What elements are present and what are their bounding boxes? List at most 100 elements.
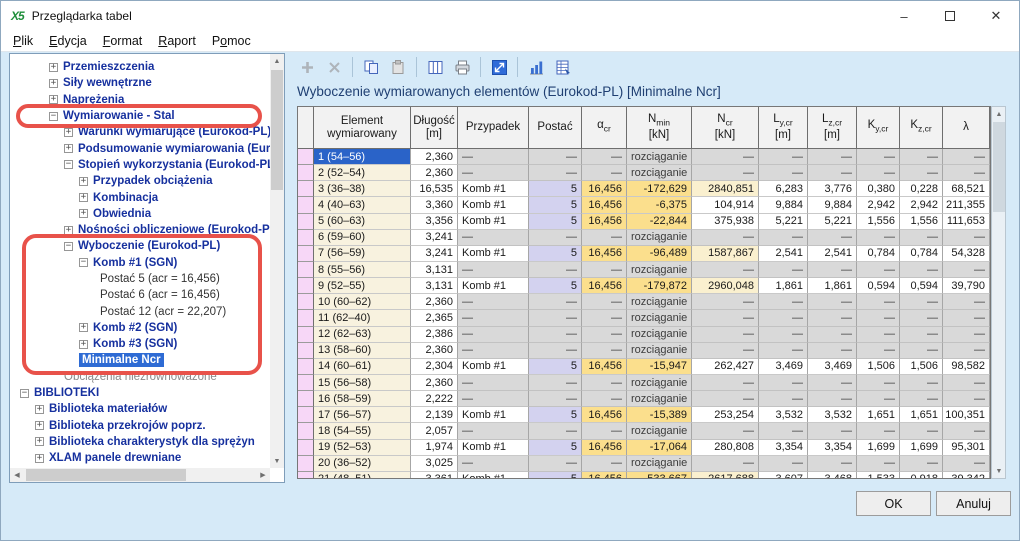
cell-n-cr[interactable]: 262,427 xyxy=(692,359,759,375)
cell-dlugosc[interactable]: 3,241 xyxy=(411,246,458,262)
cell-lambda[interactable]: 100,351 xyxy=(943,407,990,423)
cell-n-min[interactable]: rozciąganie xyxy=(627,391,692,407)
cell-alpha-cr[interactable]: — xyxy=(582,310,627,326)
cell-element[interactable]: 13 (58–60) xyxy=(314,343,411,359)
tree-hscroll-thumb[interactable] xyxy=(26,469,186,481)
cell-lambda[interactable]: 111,653 xyxy=(943,214,990,230)
cell-postac[interactable]: 5 xyxy=(529,214,582,230)
cell-postac[interactable]: — xyxy=(529,294,582,310)
cell-l-z-cr[interactable]: 3,469 xyxy=(808,359,857,375)
table-vertical-scrollbar[interactable]: ▲ ▼ xyxy=(991,106,1006,479)
cell-n-min[interactable]: rozciąganie xyxy=(627,165,692,181)
cell-dlugosc[interactable]: 3,025 xyxy=(411,456,458,472)
cell-n-min[interactable]: -172,629 xyxy=(627,181,692,197)
cell-n-min[interactable]: rozciąganie xyxy=(627,310,692,326)
cell-k-y-cr[interactable]: — xyxy=(857,149,900,165)
tree-item[interactable]: +XLAM panele drewniane xyxy=(10,450,270,466)
cell-n-min[interactable]: rozciąganie xyxy=(627,294,692,310)
cell-przypadek[interactable]: Komb #1 xyxy=(458,407,529,423)
cell-l-y-cr[interactable]: — xyxy=(759,327,808,343)
cell-l-z-cr[interactable]: 1,861 xyxy=(808,278,857,294)
cell-postac[interactable]: 5 xyxy=(529,472,582,479)
cell-przypadek[interactable]: — xyxy=(458,423,529,439)
cell-k-y-cr[interactable]: 1,651 xyxy=(857,407,900,423)
cell-n-cr[interactable]: 2840,851 xyxy=(692,181,759,197)
cell-l-y-cr[interactable]: — xyxy=(759,423,808,439)
cell-alpha-cr[interactable]: 16,456 xyxy=(582,440,627,456)
cell-n-min[interactable]: rozciąganie xyxy=(627,456,692,472)
cell-k-z-cr[interactable]: 0,228 xyxy=(900,181,943,197)
cell-element[interactable]: 1 (54–56) xyxy=(314,149,411,165)
tree-item[interactable]: +Nośności obliczeniowe (Eurokod-PL) xyxy=(10,222,270,238)
cell-postac[interactable]: — xyxy=(529,391,582,407)
menu-pomoc[interactable]: Pomoc xyxy=(204,32,259,50)
table-scroll-down-icon[interactable]: ▼ xyxy=(992,464,1006,478)
cell-element[interactable]: 14 (60–61) xyxy=(314,359,411,375)
cell-l-z-cr[interactable]: — xyxy=(808,262,857,278)
cell-n-min[interactable]: rozciąganie xyxy=(627,343,692,359)
table-scroll-up-icon[interactable]: ▲ xyxy=(992,107,1006,121)
cell-lambda[interactable]: — xyxy=(943,343,990,359)
collapse-minus-icon[interactable]: − xyxy=(79,258,88,267)
cell-przypadek[interactable]: — xyxy=(458,149,529,165)
cell-element[interactable]: 12 (62–63) xyxy=(314,327,411,343)
cell-l-z-cr[interactable]: — xyxy=(808,149,857,165)
cell-przypadek[interactable]: — xyxy=(458,327,529,343)
cell-lambda[interactable]: — xyxy=(943,327,990,343)
cell-k-y-cr[interactable]: — xyxy=(857,391,900,407)
cell-dlugosc[interactable]: 3,356 xyxy=(411,214,458,230)
cell-l-y-cr[interactable]: — xyxy=(759,165,808,181)
cell-l-y-cr[interactable]: 3,354 xyxy=(759,440,808,456)
cell-alpha-cr[interactable]: 16,456 xyxy=(582,472,627,479)
cell-dlugosc[interactable]: 2,386 xyxy=(411,327,458,343)
expand-plus-icon[interactable]: + xyxy=(35,421,44,430)
tree-item[interactable]: +Podsumowanie wymiarowania (Eurokod-PL) xyxy=(10,140,270,156)
cell-k-z-cr[interactable]: — xyxy=(900,456,943,472)
cell-element[interactable]: 21 (48–51) xyxy=(314,472,411,479)
scroll-left-icon[interactable]: ◀ xyxy=(10,468,24,482)
cell-n-cr[interactable]: 1587,867 xyxy=(692,246,759,262)
cell-lambda[interactable]: — xyxy=(943,294,990,310)
cell-l-y-cr[interactable]: — xyxy=(759,456,808,472)
collapse-minus-icon[interactable]: − xyxy=(64,242,73,251)
cell-k-z-cr[interactable]: — xyxy=(900,230,943,246)
cell-element[interactable]: 6 (59–60) xyxy=(314,230,411,246)
tree-item[interactable]: +Komb #2 (SGN) xyxy=(10,320,270,336)
cell-n-min[interactable]: -6,375 xyxy=(627,197,692,213)
cell-k-z-cr[interactable]: — xyxy=(900,423,943,439)
cell-alpha-cr[interactable]: — xyxy=(582,391,627,407)
cell-l-z-cr[interactable]: — xyxy=(808,375,857,391)
cell-n-min[interactable]: rozciąganie xyxy=(627,149,692,165)
cell-k-y-cr[interactable]: — xyxy=(857,456,900,472)
cell-element[interactable]: 5 (60–63) xyxy=(314,214,411,230)
cell-postac[interactable]: 5 xyxy=(529,278,582,294)
menu-edycja[interactable]: Edycja xyxy=(41,32,95,50)
cell-n-min[interactable]: rozciąganie xyxy=(627,375,692,391)
tree-horizontal-scrollbar[interactable]: ◀ ▶ xyxy=(10,468,270,482)
cell-postac[interactable]: — xyxy=(529,423,582,439)
cell-l-z-cr[interactable]: — xyxy=(808,343,857,359)
paste-icon[interactable] xyxy=(386,55,410,79)
cell-postac[interactable]: — xyxy=(529,327,582,343)
cell-lambda[interactable]: 39,342 xyxy=(943,472,990,479)
cell-k-z-cr[interactable]: — xyxy=(900,149,943,165)
tree-item[interactable]: +Naprężenia xyxy=(10,92,270,108)
table-columns-icon[interactable] xyxy=(423,55,447,79)
cell-n-cr[interactable]: — xyxy=(692,375,759,391)
cell-n-cr[interactable]: — xyxy=(692,165,759,181)
cell-dlugosc[interactable]: 2,360 xyxy=(411,149,458,165)
tree-item[interactable]: +Obwiednia xyxy=(10,206,270,222)
tree-item[interactable]: +Siły wewnętrzne xyxy=(10,75,270,91)
cell-n-min[interactable]: rozciąganie xyxy=(627,230,692,246)
cell-lambda[interactable]: 95,301 xyxy=(943,440,990,456)
cell-przypadek[interactable]: — xyxy=(458,262,529,278)
cell-l-z-cr[interactable]: — xyxy=(808,327,857,343)
cell-dlugosc[interactable]: 2,360 xyxy=(411,294,458,310)
cell-element[interactable]: 15 (56–58) xyxy=(314,375,411,391)
cell-lambda[interactable]: 211,355 xyxy=(943,197,990,213)
print-icon[interactable] xyxy=(450,55,474,79)
cell-lambda[interactable]: — xyxy=(943,391,990,407)
close-icon[interactable]: ✕ xyxy=(973,1,1019,31)
cell-n-min[interactable]: -15,947 xyxy=(627,359,692,375)
cell-dlugosc[interactable]: 2,360 xyxy=(411,165,458,181)
